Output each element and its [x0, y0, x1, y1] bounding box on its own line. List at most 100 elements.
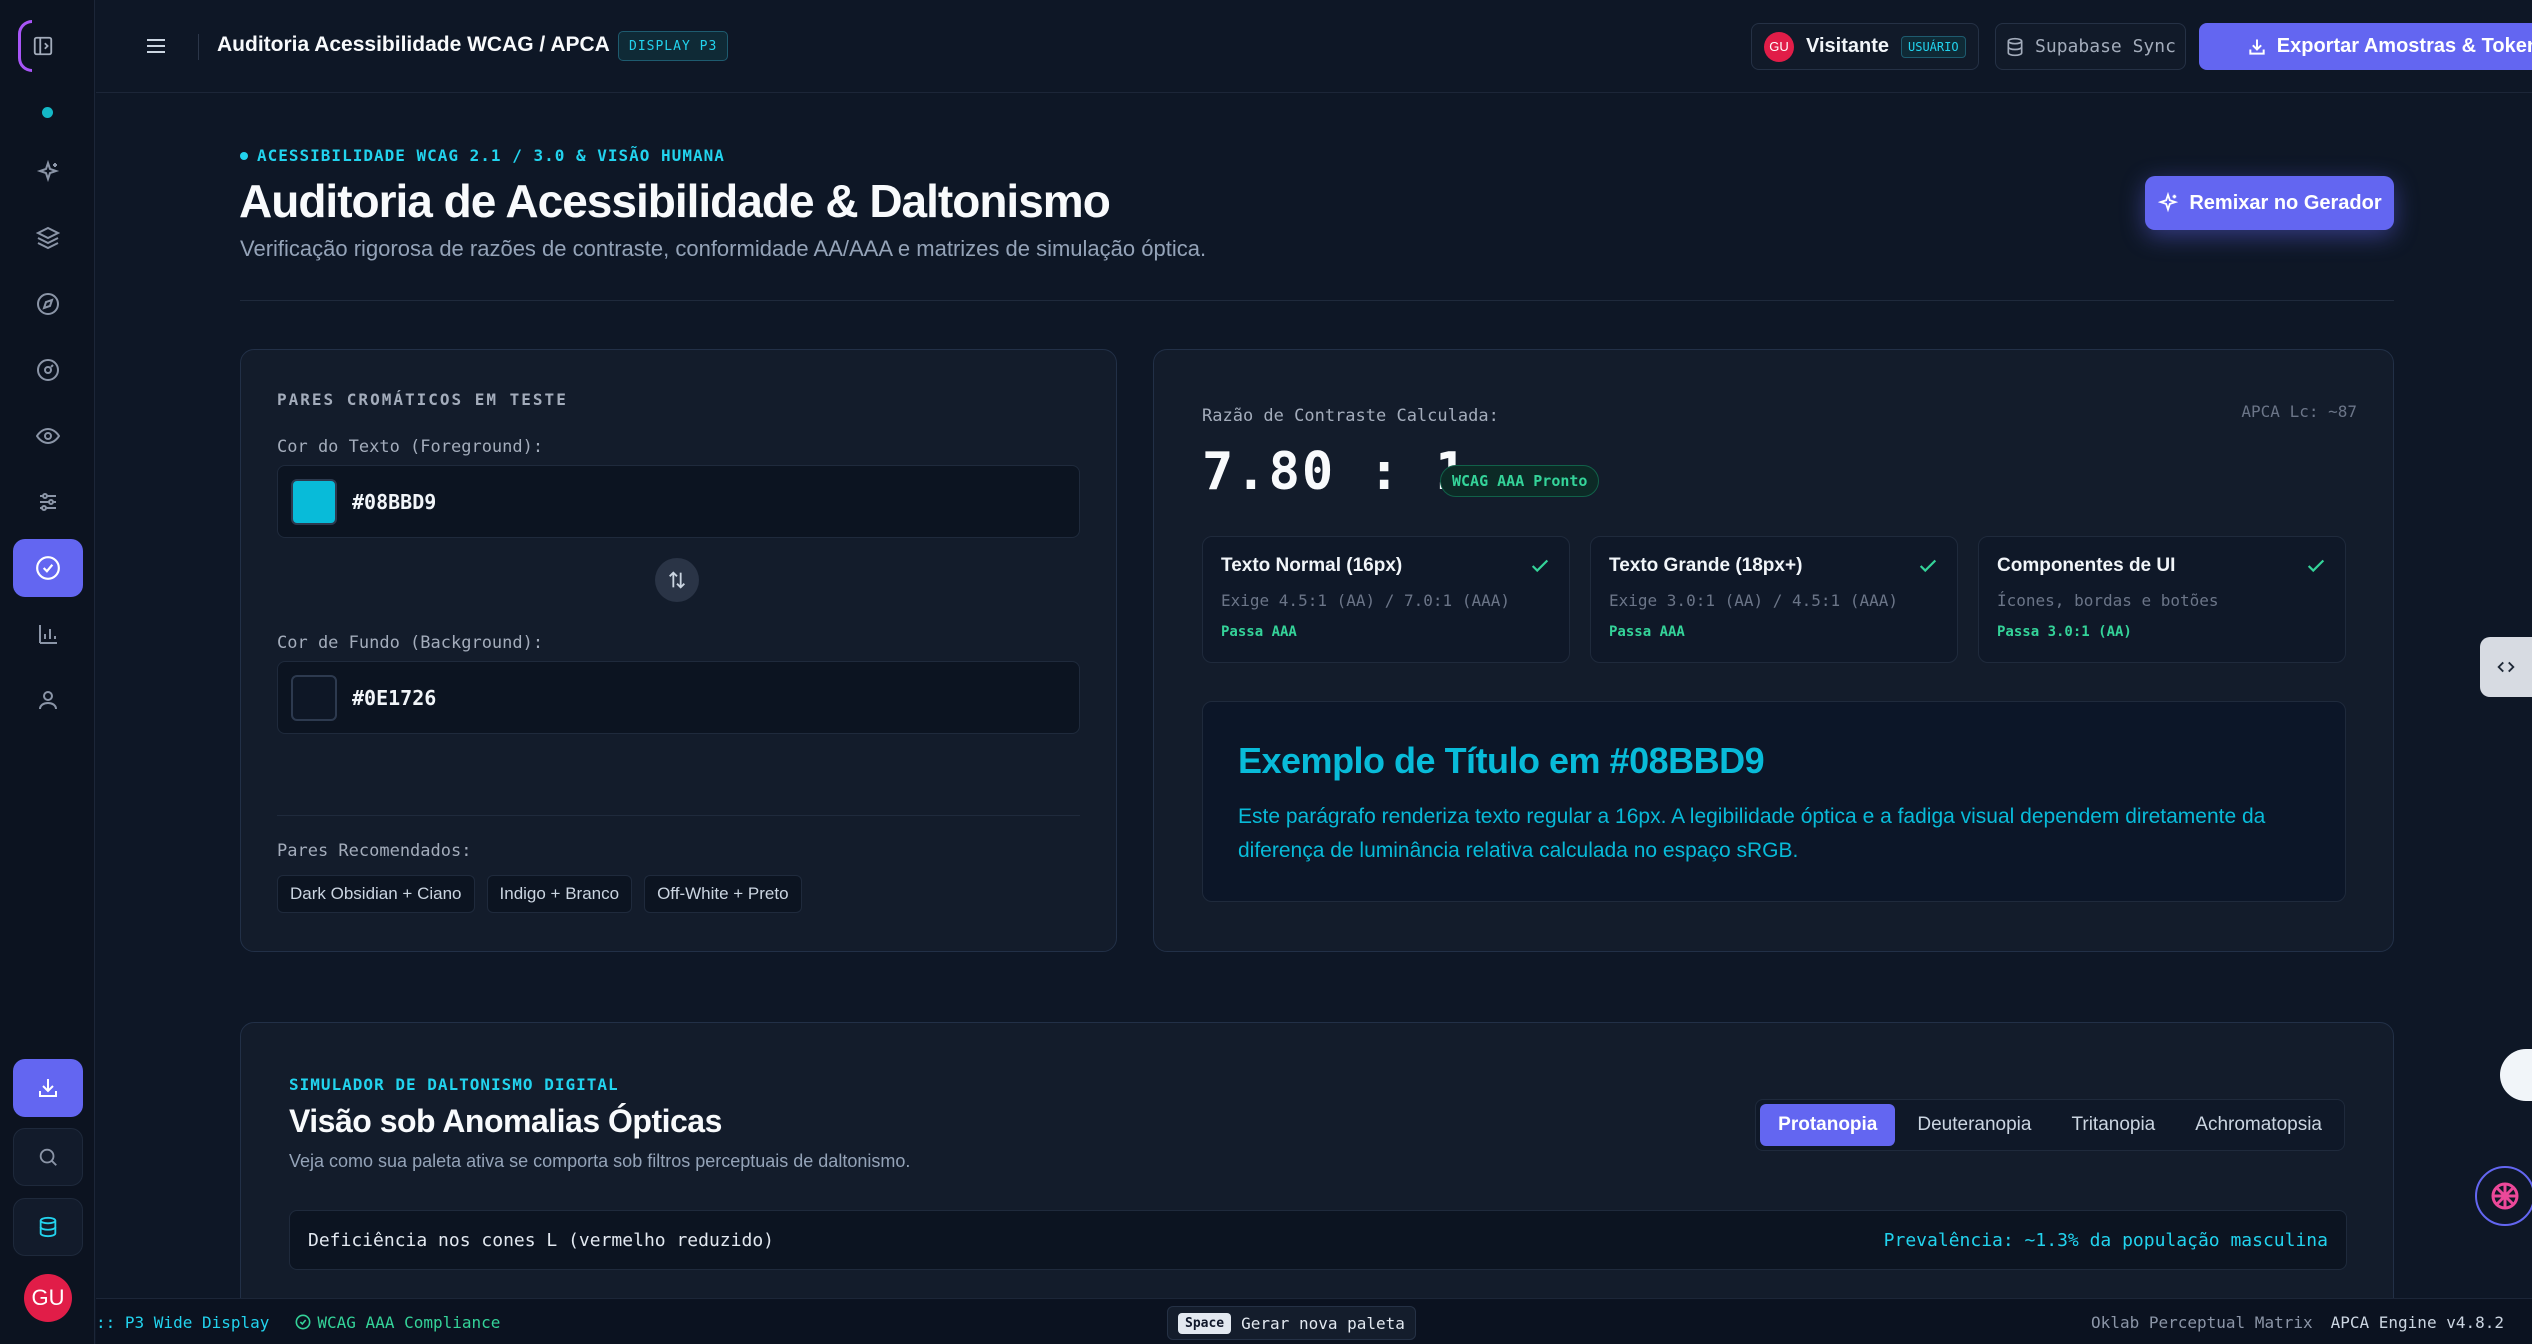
sidebar-item-analytics[interactable]: [13, 605, 83, 663]
sidebar-item-adjust[interactable]: [13, 473, 83, 531]
recommended-pairs: Dark Obsidian + Ciano Indigo + Branco Of…: [277, 875, 802, 913]
metric-result: Passa 3.0:1 (AA): [1997, 624, 2132, 640]
metric-title: Texto Normal (16px): [1221, 555, 1403, 576]
sidebar-item-palette[interactable]: [13, 341, 83, 399]
compass-icon: [36, 292, 60, 316]
simulation-tabs: Protanopia Deuteranopia Tritanopia Achro…: [1755, 1099, 2345, 1151]
metric-result: Passa AAA: [1609, 624, 1685, 640]
check-icon: [1917, 555, 1939, 577]
download-icon: [2247, 37, 2267, 57]
sidebar-search-button[interactable]: [13, 1128, 83, 1186]
sliders-icon: [36, 490, 60, 514]
page-eyebrow: ACESSIBILIDADE WCAG 2.1 / 3.0 & VISÃO HU…: [240, 146, 725, 165]
sidebar-export-button[interactable]: [13, 1059, 83, 1117]
user-role-badge: USUÁRIO: [1901, 35, 1966, 58]
preview-body: Este parágrafo renderiza texto regular a…: [1238, 805, 2266, 862]
foreground-color-field[interactable]: #08BBD9: [277, 465, 1080, 538]
check-circle-icon: [35, 555, 61, 581]
swap-vertical-icon: [666, 569, 688, 591]
supabase-sync-button[interactable]: Supabase Sync: [1995, 23, 2186, 70]
database-icon: [37, 1216, 59, 1238]
metric-result: Passa AAA: [1221, 624, 1297, 640]
recommended-pair-chip[interactable]: Dark Obsidian + Ciano: [277, 875, 475, 913]
avatar: GU: [1764, 31, 1794, 62]
sidebar-toggle-button[interactable]: [18, 20, 68, 72]
status-dot: [42, 107, 53, 118]
assistant-button[interactable]: [2475, 1166, 2532, 1226]
simulator-subtitle: Veja como sua paleta ativa se comporta s…: [289, 1151, 911, 1171]
eyebrow-text: ACESSIBILIDADE WCAG 2.1 / 3.0 & VISÃO HU…: [257, 146, 725, 165]
remix-label: Remixar no Gerador: [2189, 191, 2382, 214]
shortcut-action: Gerar nova paleta: [1241, 1313, 1405, 1333]
bar-chart-icon: [36, 622, 60, 646]
background-swatch[interactable]: [291, 674, 337, 721]
eye-icon: [36, 424, 60, 448]
floating-widget[interactable]: [2500, 1049, 2532, 1101]
deficiency-info: Deficiência nos cones L (vermelho reduzi…: [289, 1210, 2347, 1270]
brain-icon: [2487, 1178, 2523, 1214]
fg-label: Cor do Texto (Foreground):: [277, 437, 544, 457]
menu-icon[interactable]: [144, 34, 168, 58]
sidebar-item-vision[interactable]: [13, 407, 83, 465]
search-icon: [37, 1146, 59, 1168]
keyboard-key: Space: [1178, 1312, 1232, 1334]
text-preview: Exemplo de Título em #08BBD9 Este parágr…: [1202, 701, 2346, 902]
chevrons-icon: [2495, 656, 2517, 678]
download-icon: [36, 1076, 60, 1100]
recommended-pair-chip[interactable]: Indigo + Branco: [486, 875, 633, 913]
status-left: :: P3 Wide Display WCAG AAA Compliance: [96, 1299, 500, 1344]
layers-icon: [36, 226, 60, 250]
check-icon: [1529, 555, 1551, 577]
tab-protanopia[interactable]: Protanopia: [1760, 1104, 1896, 1146]
sparkles-icon: [36, 160, 60, 184]
contrast-label: Razão de Contraste Calculada:: [1202, 406, 1499, 426]
compliance-status: WCAG AAA Compliance: [295, 1313, 500, 1332]
sidebar-item-layers[interactable]: [13, 209, 83, 267]
sidebar-item-explore[interactable]: [13, 275, 83, 333]
bg-label: Cor de Fundo (Background):: [277, 633, 544, 653]
foreground-swatch[interactable]: [291, 478, 337, 525]
divider: [198, 34, 199, 60]
top-bar: Auditoria Acessibilidade WCAG / APCA DIS…: [96, 0, 2532, 93]
metric-title: Componentes de UI: [1997, 555, 2176, 576]
metric-requirement: Exige 4.5:1 (AA) / 7.0:1 (AAA): [1221, 591, 1510, 610]
shortcut-hint[interactable]: Space Gerar nova paleta: [1167, 1306, 1416, 1340]
palette-icon: [36, 358, 60, 382]
color-pairs-card: PARES CROMÁTICOS EM TESTE Cor do Texto (…: [240, 349, 1117, 952]
user-name: Visitante: [1806, 35, 1889, 57]
remix-button[interactable]: Remixar no Gerador: [2145, 176, 2394, 230]
tab-achromatopsia[interactable]: Achromatopsia: [2177, 1104, 2340, 1146]
status-bar: :: P3 Wide Display WCAG AAA Compliance S…: [96, 1298, 2532, 1344]
metric-ui-components: Componentes de UI Ícones, bordas e botõe…: [1978, 536, 2346, 663]
export-button[interactable]: Exportar Amostras & Tokens: [2199, 23, 2532, 70]
divider: [240, 300, 2394, 301]
divider: [277, 815, 1080, 816]
tab-tritanopia[interactable]: Tritanopia: [2053, 1104, 2173, 1146]
contrast-ratio: 7.80 : 1: [1202, 442, 1469, 502]
simulator-card: SIMULADOR DE DALTONISMO DIGITAL Visão so…: [240, 1022, 2394, 1344]
simulator-eyebrow: SIMULADOR DE DALTONISMO DIGITAL: [289, 1075, 619, 1094]
sidebar-item-profile[interactable]: [13, 671, 83, 729]
compliance-label: WCAG AAA Compliance: [317, 1312, 501, 1332]
recommended-label: Pares Recomendados:: [277, 841, 472, 861]
user-icon: [36, 688, 60, 712]
matrix-label: Oklab Perceptual Matrix: [2091, 1312, 2313, 1332]
metric-large-text: Texto Grande (18px+) Exige 3.0:1 (AA) / …: [1590, 536, 1958, 663]
display-mode: :: P3 Wide Display: [96, 1312, 270, 1332]
sidebar-item-generator[interactable]: [13, 143, 83, 201]
floating-panel-handle[interactable]: [2480, 637, 2532, 697]
sidebar-avatar[interactable]: GU: [24, 1274, 72, 1322]
background-color-field[interactable]: #0E1726: [277, 661, 1080, 734]
user-menu[interactable]: GU Visitante USUÁRIO: [1751, 23, 1979, 70]
sparkles-icon: [2157, 192, 2179, 214]
wcag-badge: WCAG AAA Pronto: [1440, 465, 1600, 497]
recommended-pair-chip[interactable]: Off-White + Preto: [644, 875, 802, 913]
page-title: Auditoria de Acessibilidade & Daltonismo: [239, 175, 1111, 227]
metric-requirement: Ícones, bordas e botões: [1997, 591, 2219, 610]
tab-deuteranopia[interactable]: Deuteranopia: [1899, 1104, 2049, 1146]
swap-colors-button[interactable]: [655, 558, 699, 602]
database-icon: [2005, 37, 2025, 57]
engine-version: APCA Engine v4.8.2: [2330, 1312, 2504, 1332]
sidebar-item-audit[interactable]: [13, 539, 83, 597]
sidebar-database-button[interactable]: [13, 1198, 83, 1256]
